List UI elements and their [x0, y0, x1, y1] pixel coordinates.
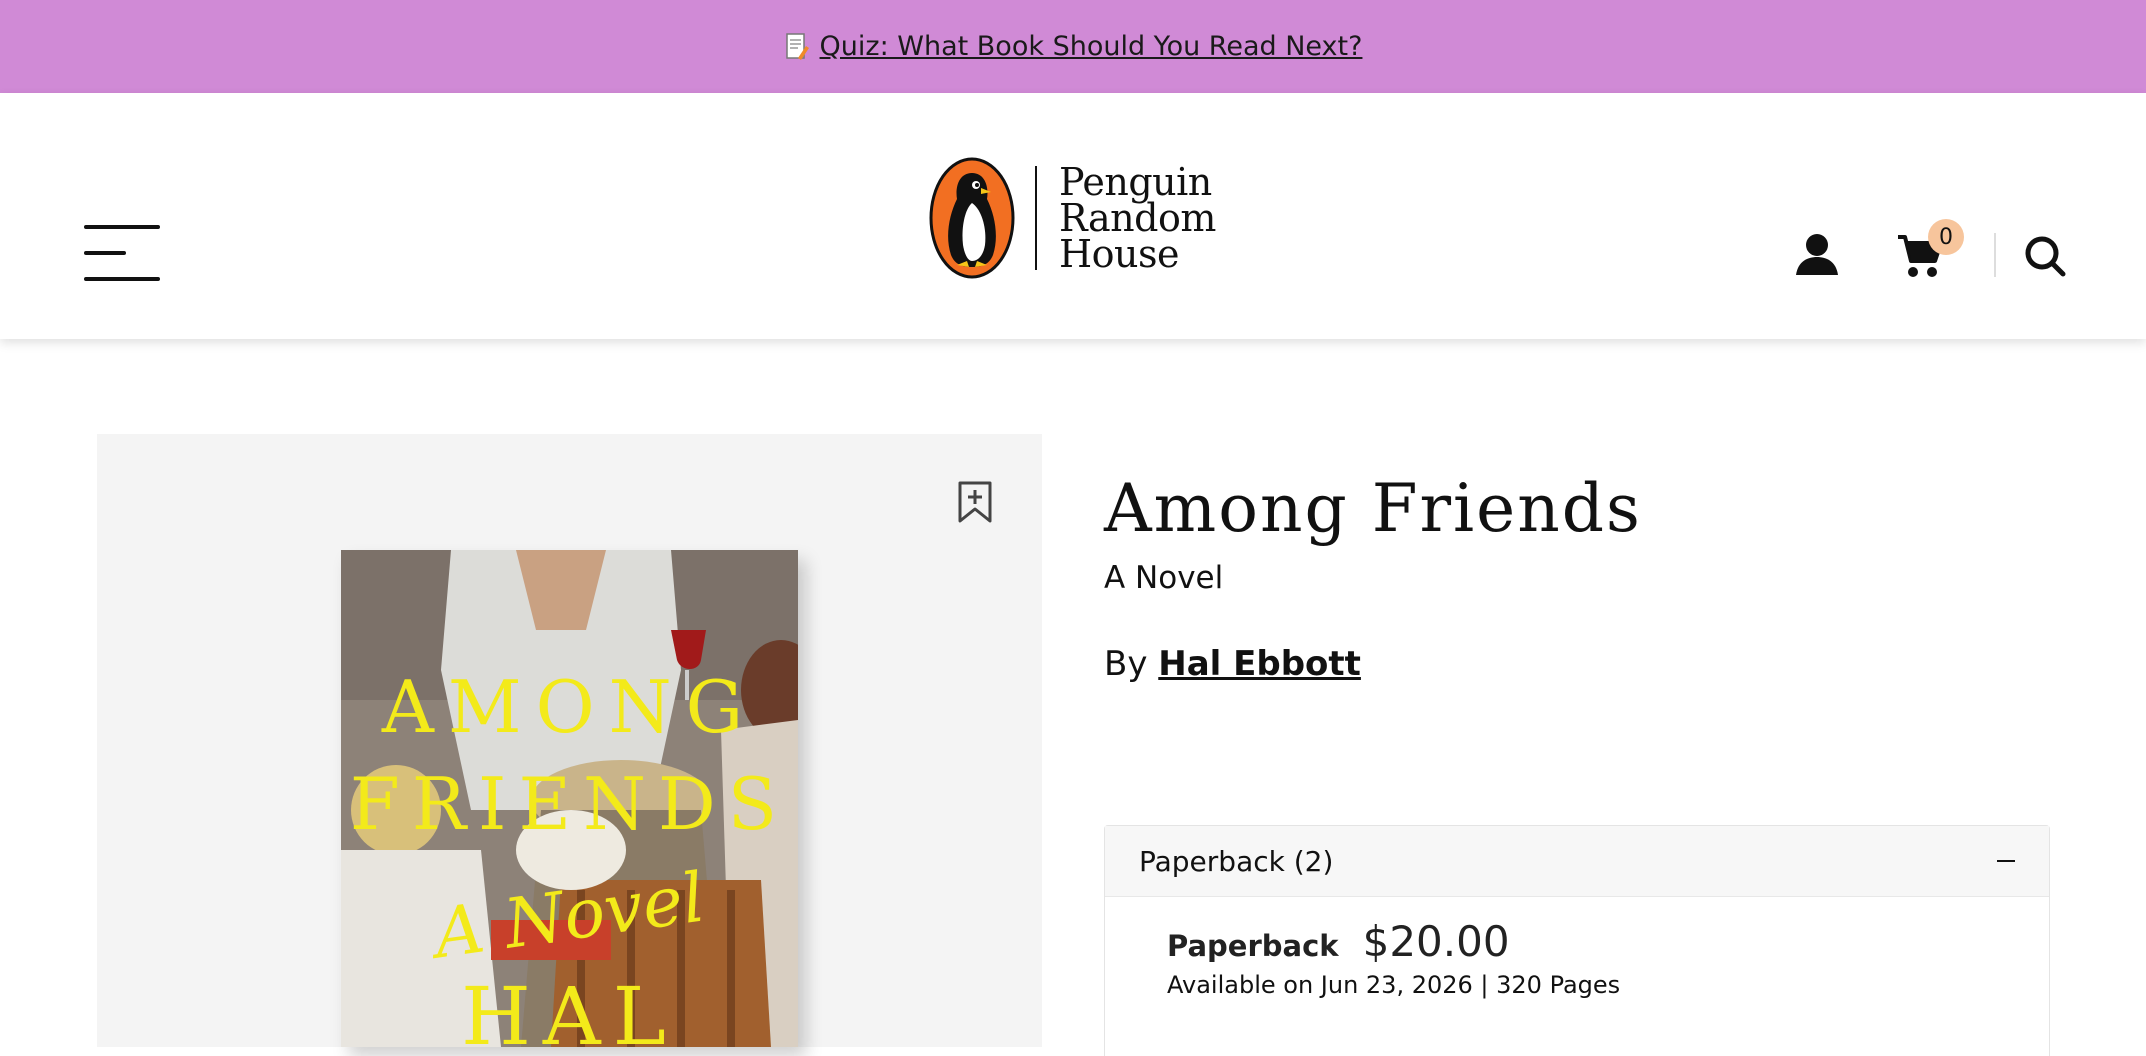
book-title: Among Friends — [1104, 470, 1642, 547]
quiz-notepad-icon — [784, 32, 810, 62]
header-divider — [1994, 233, 1996, 277]
format-accordion: Paperback (2) Paperback $20.00 Available… — [1104, 825, 2050, 1056]
menu-icon[interactable] — [84, 225, 160, 281]
price: $20.00 — [1362, 917, 1510, 966]
bookmark-add-icon[interactable] — [957, 481, 993, 523]
quiz-link-text: Quiz: What Book Should You Read Next? — [819, 31, 1363, 62]
format-price-row: Paperback $20.00 — [1167, 917, 1510, 966]
cover-title-line-2: FRIENDS — [349, 762, 790, 846]
cover-title-line-1: AMONG — [381, 665, 758, 749]
site-logo[interactable]: Penguin Random House — [929, 156, 1219, 280]
logo-wordmark: Penguin Random House — [1059, 160, 1216, 276]
format-name: Paperback — [1167, 929, 1339, 963]
book-subtitle: A Novel — [1104, 560, 1224, 596]
search-icon[interactable] — [2024, 235, 2066, 277]
logo-divider — [1035, 166, 1037, 270]
by-label: By — [1104, 644, 1148, 684]
site-header: Penguin Random House 0 — [0, 93, 2146, 339]
availability-info: Available on Jun 23, 2026 | 320 Pages — [1167, 971, 1621, 999]
format-group-label: Paperback (2) — [1139, 844, 1334, 878]
collapse-icon[interactable] — [1997, 860, 2015, 862]
quiz-link[interactable]: Quiz: What Book Should You Read Next? — [784, 31, 1363, 62]
user-icon[interactable] — [1795, 233, 1839, 277]
book-cover[interactable]: AMONG FRIENDS A Novel HAL — [341, 550, 798, 1047]
author-link[interactable]: Hal Ebbott — [1158, 644, 1361, 684]
promo-banner: Quiz: What Book Should You Read Next? — [0, 0, 2146, 93]
format-accordion-header[interactable]: Paperback (2) — [1105, 826, 2049, 897]
byline: By Hal Ebbott — [1104, 644, 1361, 684]
penguin-logo-icon — [929, 157, 1015, 279]
cart-count-badge: 0 — [1928, 219, 1964, 255]
cover-author: HAL — [461, 970, 678, 1047]
